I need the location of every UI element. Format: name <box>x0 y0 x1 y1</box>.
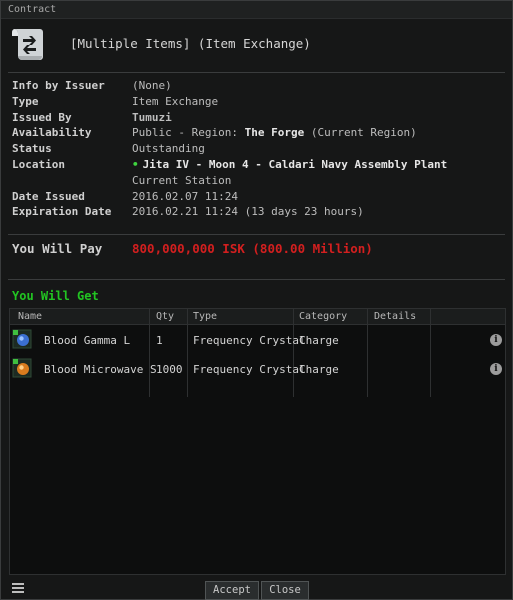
window-title: Contract <box>8 4 57 15</box>
info-by-issuer-label: Info by Issuer <box>12 79 105 92</box>
divider <box>8 72 505 73</box>
security-dot-icon: • <box>132 157 139 171</box>
item-type: Frequency Crystal <box>193 363 306 376</box>
type-value: Item Exchange <box>132 94 219 108</box>
table-row[interactable]: Blood Microwave S 1000 Frequency Crystal… <box>10 355 505 383</box>
expiration-date-label: Expiration Date <box>12 205 112 219</box>
info-by-issuer-row: Info by Issuer (None) <box>12 79 502 95</box>
item-qty: 1000 <box>156 363 183 376</box>
contract-header: [Multiple Items] (Item Exchange) <box>1 19 512 71</box>
type-row: Type Item Exchange <box>12 95 502 111</box>
you-will-pay-label: You Will Pay <box>12 241 103 256</box>
column-header-qty[interactable]: Qty <box>156 311 174 322</box>
location-sub: Current Station <box>132 173 232 187</box>
location-sub-row: Current Station <box>12 174 502 190</box>
availability-prefix: Public - Region: <box>132 126 238 140</box>
column-header-details[interactable]: Details <box>374 311 416 322</box>
gamma-crystal-icon <box>12 329 32 349</box>
items-table: Name Qty Type Category Details Blood Gam… <box>9 308 506 575</box>
pay-amount: 800,000,000 ISK (800.00 Million) <box>132 241 373 256</box>
location-link[interactable]: Jita IV - Moon 4 - Caldari Navy Assembly… <box>143 158 448 171</box>
column-header-type[interactable]: Type <box>193 311 217 322</box>
type-label: Type <box>12 94 39 108</box>
availability-suffix: (Current Region) <box>310 126 417 140</box>
issued-by-label: Issued By <box>12 110 72 124</box>
table-row[interactable]: Blood Gamma L 1 Frequency Crystal Charge… <box>10 326 505 354</box>
info-by-issuer-value: (None) <box>132 79 172 92</box>
accept-button[interactable]: Accept <box>205 581 259 600</box>
region-link[interactable]: The Forge <box>245 126 305 139</box>
item-type: Frequency Crystal <box>193 334 306 347</box>
column-header-category[interactable]: Category <box>299 311 347 322</box>
info-icon[interactable]: i <box>490 334 502 346</box>
location-label: Location <box>12 157 65 171</box>
item-qty: 1 <box>156 334 163 347</box>
date-issued-row: Date Issued 2016.02.07 11:24 <box>12 190 502 206</box>
item-category: Charge <box>299 334 339 347</box>
microwave-crystal-icon <box>12 358 32 378</box>
close-button[interactable]: Close <box>261 581 309 600</box>
expiration-date-value: 2016.02.21 11:24 (13 days 23 hours) <box>132 205 364 219</box>
pay-section: You Will Pay 800,000,000 ISK (800.00 Mil… <box>12 241 502 259</box>
date-issued-value: 2016.02.07 11:24 <box>132 189 238 203</box>
column-header-name[interactable]: Name <box>18 311 42 322</box>
availability-row: Availability Public - Region: The Forge … <box>12 126 502 142</box>
titlebar[interactable]: Contract <box>1 1 512 19</box>
status-value: Outstanding <box>132 142 205 156</box>
divider <box>8 234 505 235</box>
contract-title: [Multiple Items] (Item Exchange) <box>70 36 311 51</box>
issued-by-row: Issued By Tumuzi <box>12 111 502 127</box>
location-row: Location • Jita IV - Moon 4 - Caldari Nav… <box>12 158 502 174</box>
location-value: • Jita IV - Moon 4 - Caldari Navy Assembl… <box>132 158 447 171</box>
divider <box>8 279 505 280</box>
info-icon[interactable]: i <box>490 363 502 375</box>
availability-value: Public - Region: The Forge (Current Regi… <box>132 126 417 139</box>
availability-label: Availability <box>12 126 92 140</box>
status-row: Status Outstanding <box>12 142 502 158</box>
expiration-date-row: Expiration Date 2016.02.21 11:24 (13 day… <box>12 205 502 221</box>
date-issued-label: Date Issued <box>12 189 85 203</box>
you-will-get-label: You Will Get <box>12 289 99 303</box>
issuer-link[interactable]: Tumuzi <box>132 111 172 124</box>
contract-info: Info by Issuer (None) Type Item Exchange… <box>12 79 502 221</box>
item-name: Blood Microwave S <box>44 363 157 376</box>
item-category: Charge <box>299 363 339 376</box>
item-name: Blood Gamma L <box>44 334 131 347</box>
contract-scroll-icon <box>11 29 43 60</box>
menu-icon[interactable] <box>12 583 24 593</box>
contract-window: Contract [Multiple Items] (Item Exchange… <box>0 0 513 600</box>
status-label: Status <box>12 142 52 156</box>
